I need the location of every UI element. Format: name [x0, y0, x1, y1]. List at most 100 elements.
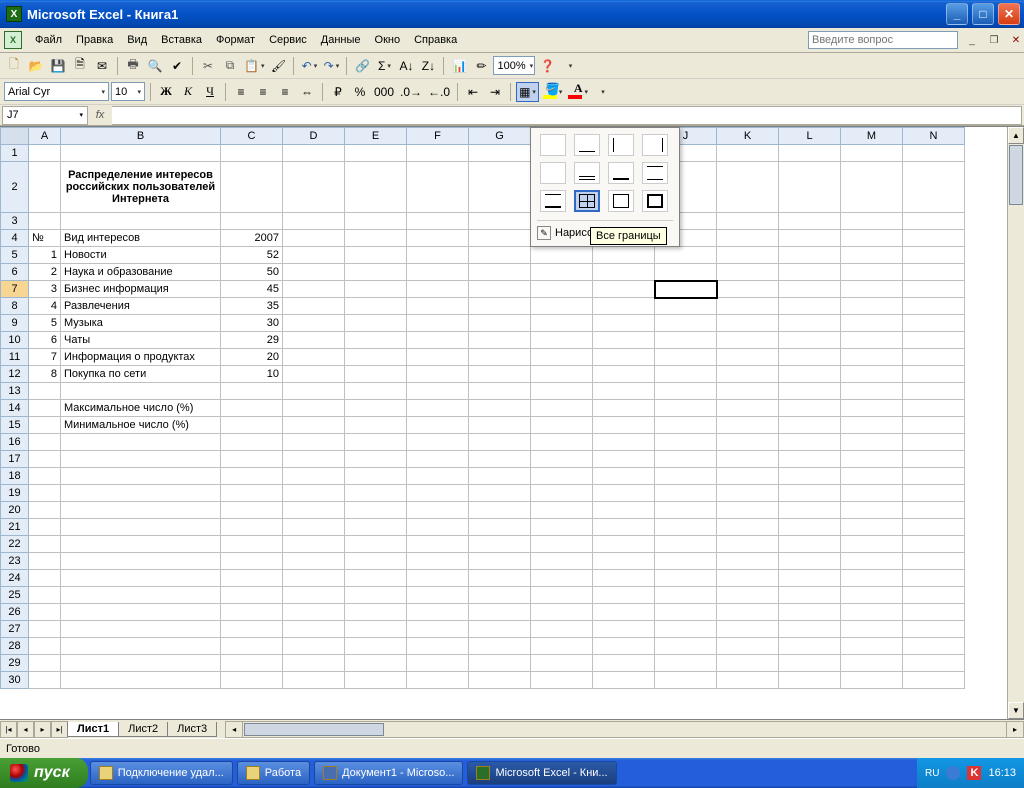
menu-view[interactable]: Вид [120, 31, 154, 49]
email-icon[interactable]: ✉ [92, 56, 112, 76]
window-close-button[interactable]: ✕ [998, 3, 1020, 25]
ask-question-box[interactable] [808, 31, 958, 49]
cell[interactable]: Вид интересов [61, 230, 221, 247]
row-header[interactable]: 6 [1, 264, 29, 281]
menu-format[interactable]: Формат [209, 31, 262, 49]
menu-window[interactable]: Окно [368, 31, 408, 49]
language-indicator[interactable]: RU [925, 768, 939, 779]
toolbar-options-icon[interactable]: ▾ [559, 56, 579, 76]
redo-icon[interactable]: ↷▾ [321, 56, 341, 76]
row-header[interactable]: 13 [1, 383, 29, 400]
window-minimize-button[interactable]: _ [946, 3, 968, 25]
col-header[interactable]: C [221, 128, 283, 145]
worksheet-grid[interactable]: A B C D E F G H I J K L M N 1 2 Распреде… [0, 126, 1024, 719]
cell[interactable]: № [29, 230, 61, 247]
col-header[interactable]: E [345, 128, 407, 145]
row-header[interactable]: 9 [1, 315, 29, 332]
name-box[interactable]: J7▾ [2, 106, 88, 125]
print-preview-icon[interactable]: 🔍 [145, 56, 165, 76]
column-headers[interactable]: A B C D E F G H I J K L M N [1, 128, 965, 145]
border-top-bottom-icon[interactable] [642, 162, 668, 184]
active-cell[interactable] [655, 281, 717, 298]
chart-wizard-icon[interactable]: 📊 [449, 56, 469, 76]
col-header[interactable]: F [407, 128, 469, 145]
kaspersky-icon[interactable]: K [967, 766, 981, 780]
cell[interactable]: 30 [221, 315, 283, 332]
row-header[interactable]: 4 [1, 230, 29, 247]
row-header[interactable]: 7 [1, 281, 29, 298]
decrease-indent-icon[interactable]: ⇤ [463, 82, 483, 102]
row-header[interactable]: 1 [1, 145, 29, 162]
cell[interactable]: 6 [29, 332, 61, 349]
clock[interactable]: 16:13 [988, 767, 1016, 779]
taskbar-item-active[interactable]: Microsoft Excel - Кни... [467, 761, 616, 785]
row-header[interactable]: 14 [1, 400, 29, 417]
copy-icon[interactable]: ⧉ [220, 56, 240, 76]
cell[interactable]: 2 [29, 264, 61, 281]
underline-icon[interactable]: Ч [200, 82, 220, 102]
menu-insert[interactable]: Вставка [154, 31, 209, 49]
taskbar-item[interactable]: Документ1 - Microso... [314, 761, 463, 785]
cell[interactable]: Бизнес информация [61, 281, 221, 298]
row-header[interactable]: 22 [1, 536, 29, 553]
hyperlink-icon[interactable]: 🔗 [352, 56, 372, 76]
zoom-combo[interactable]: 100%▾ [493, 56, 535, 75]
fx-icon[interactable]: fx [88, 109, 112, 121]
permission-icon[interactable]: 🗎 [70, 56, 90, 76]
borders-button[interactable]: ▦▾ [516, 82, 539, 102]
cell[interactable]: 20 [221, 349, 283, 366]
border-thick-box-icon[interactable] [642, 190, 668, 212]
col-header[interactable]: K [717, 128, 779, 145]
vertical-scrollbar[interactable]: ▲ ▼ [1007, 127, 1024, 719]
row-header[interactable]: 21 [1, 519, 29, 536]
col-header[interactable]: L [779, 128, 841, 145]
scroll-up-icon[interactable]: ▲ [1008, 127, 1024, 144]
cell[interactable]: Максимальное число (%) [61, 400, 221, 417]
col-header[interactable]: B [61, 128, 221, 145]
font-name-combo[interactable]: Arial Cyr▾ [4, 82, 109, 101]
drawing-icon[interactable]: ✏ [471, 56, 491, 76]
select-all-corner[interactable] [1, 128, 29, 145]
scroll-thumb[interactable] [1009, 145, 1023, 205]
mdi-restore[interactable]: ❐ [986, 33, 1002, 47]
currency-icon[interactable]: ₽ [328, 82, 348, 102]
border-bottom-thick-icon[interactable] [608, 162, 634, 184]
align-left-icon[interactable]: ≡ [231, 82, 251, 102]
row-header[interactable]: 11 [1, 349, 29, 366]
row-header[interactable]: 12 [1, 366, 29, 383]
row-header[interactable]: 10 [1, 332, 29, 349]
start-button[interactable]: пуск [0, 758, 88, 788]
tray-icon[interactable] [946, 766, 960, 780]
row-header[interactable]: 2 [1, 162, 29, 213]
save-icon[interactable]: 💾 [48, 56, 68, 76]
row-header[interactable]: 5 [1, 247, 29, 264]
italic-icon[interactable]: К [178, 82, 198, 102]
border-nobottom-icon[interactable] [540, 162, 566, 184]
taskbar-item[interactable]: Подключение удал... [90, 761, 233, 785]
row-header[interactable]: 15 [1, 417, 29, 434]
cell[interactable]: 29 [221, 332, 283, 349]
horizontal-scrollbar[interactable]: ◂ ▸ [225, 721, 1024, 738]
cell[interactable]: Информация о продуктах [61, 349, 221, 366]
menu-tools[interactable]: Сервис [262, 31, 314, 49]
cell[interactable]: 50 [221, 264, 283, 281]
border-left-icon[interactable] [608, 134, 634, 156]
cell[interactable]: 4 [29, 298, 61, 315]
comma-icon[interactable]: 000 [372, 82, 396, 102]
menu-edit[interactable]: Правка [69, 31, 120, 49]
align-right-icon[interactable]: ≡ [275, 82, 295, 102]
sort-desc-icon[interactable]: Z↓ [418, 56, 438, 76]
merge-center-icon[interactable]: ⇔ [297, 82, 317, 102]
undo-icon[interactable]: ↶▾ [299, 56, 319, 76]
menu-help[interactable]: Справка [407, 31, 464, 49]
autosum-icon[interactable]: Σ▾ [374, 56, 394, 76]
cell[interactable]: 8 [29, 366, 61, 383]
scroll-thumb[interactable] [244, 723, 384, 736]
cell[interactable]: Покупка по сети [61, 366, 221, 383]
tab-next-icon[interactable]: ▸ [34, 721, 51, 738]
tab-first-icon[interactable]: |◂ [0, 721, 17, 738]
row-header[interactable]: 8 [1, 298, 29, 315]
mdi-minimize[interactable]: _ [964, 33, 980, 47]
menu-file[interactable]: Файл [28, 31, 69, 49]
cell[interactable]: Наука и образование [61, 264, 221, 281]
